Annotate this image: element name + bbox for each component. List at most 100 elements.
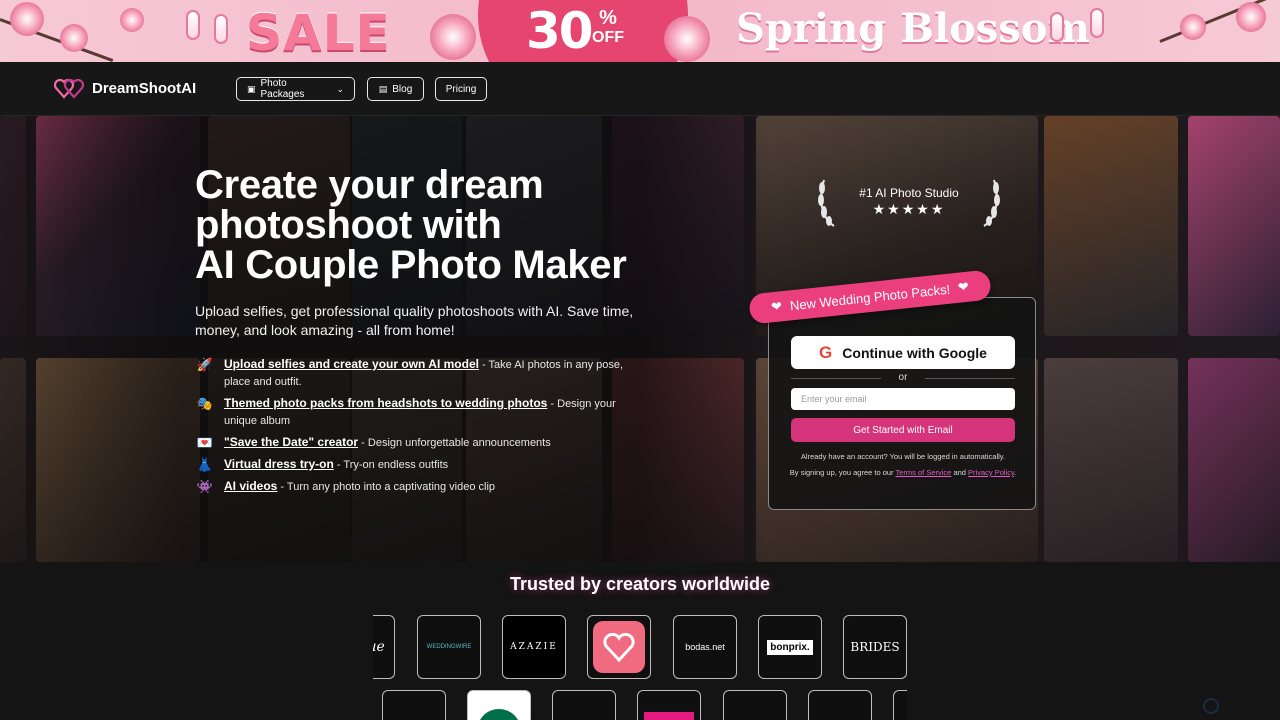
discount-number: 30 <box>526 2 594 60</box>
blossom-icon <box>60 24 88 52</box>
site-header: DreamShootAI ▣ Photo Packages ⌄ ▤ Blog P… <box>0 62 1280 116</box>
brand-name: Vogue <box>373 639 385 655</box>
privacy-link[interactable]: Privacy Policy <box>968 468 1014 477</box>
dress-icon: 👗 <box>196 457 214 472</box>
feature-link[interactable]: AI videos <box>224 479 277 493</box>
logo[interactable]: DreamShootAI <box>53 76 196 100</box>
brand-logo <box>552 690 616 720</box>
award-badge: #1 AI Photo Studio ★★★★★ <box>812 174 1006 230</box>
feature-desc: - Try-on endless outfits <box>333 459 449 471</box>
brand-name: BRIDES <box>850 640 900 654</box>
heart-icon: ❤ <box>957 278 970 295</box>
blossom-icon <box>664 16 710 62</box>
nav-label: Blog <box>392 83 413 95</box>
feature-text: AI videos - Turn any photo into a captiv… <box>224 478 495 496</box>
image-icon: ▣ <box>247 83 256 94</box>
brand-logo: bodas.net <box>673 615 737 679</box>
signup-card: G Continue with Google or Get Started wi… <box>768 297 1036 510</box>
brand-logo: AZAZIE <box>502 615 566 679</box>
brand-logo <box>382 690 446 720</box>
brand-name: bonprix. <box>767 639 813 655</box>
feature-text: "Save the Date" creator - Design unforge… <box>224 434 551 452</box>
award-title: #1 AI Photo Studio <box>859 186 959 200</box>
feature-text: Upload selfies and create your own AI mo… <box>224 356 636 391</box>
terms-suffix: . <box>1014 468 1017 477</box>
feature-item: 👗 Virtual dress try-on - Try-on endless … <box>196 456 636 474</box>
love-letter-icon: 💌 <box>196 435 214 450</box>
feature-item: 🎭 Themed photo packs from headshots to w… <box>196 395 636 430</box>
brand-logo <box>467 690 531 720</box>
laurel-right-icon <box>983 179 1000 227</box>
google-icon: G <box>819 342 833 362</box>
trusted-heading: Trusted by creators worldwide <box>509 574 771 594</box>
blossom-icon <box>1236 2 1266 32</box>
terms-link[interactable]: Terms of Service <box>896 468 952 477</box>
terms-prefix: By signing up, you agree to our <box>789 468 896 477</box>
email-signup-button[interactable]: Get Started with Email <box>791 418 1015 442</box>
login-note: Already have an account? You will be log… <box>800 452 1006 461</box>
brand-name: WEDDINGWIRE <box>426 644 472 650</box>
nav-photo-packages[interactable]: ▣ Photo Packages ⌄ <box>236 77 355 101</box>
feature-list: 🚀 Upload selfies and create your own AI … <box>196 356 636 500</box>
brand-logo: bonprix. <box>758 615 822 679</box>
blossom-icon <box>10 2 44 36</box>
brand-logo <box>893 690 907 720</box>
nav-pricing[interactable]: Pricing <box>435 77 487 101</box>
trusted-section: Trusted by creators worldwide Vogue WEDD… <box>0 562 1280 720</box>
nav-label: Photo Packages <box>260 78 305 100</box>
chevron-down-icon: ⌄ <box>336 83 344 94</box>
sale-banner[interactable]: SALE 30 % OFF Spring Blossom <box>0 0 1280 62</box>
brand-logo <box>808 690 872 720</box>
rocket-icon: 🚀 <box>196 357 214 372</box>
brand-logo <box>723 690 787 720</box>
logo-carousel[interactable]: Vogue WEDDINGWIRE AZAZIE bodas.net bonpr… <box>373 615 907 720</box>
brand-logo <box>587 615 651 679</box>
email-input[interactable] <box>791 388 1015 410</box>
hero-title-line: AI Couple Photo Maker <box>195 243 627 287</box>
feature-text: Virtual dress try-on - Try-on endless ou… <box>224 456 448 474</box>
feature-link[interactable]: Virtual dress try-on <box>224 457 334 471</box>
feature-desc: - Turn any photo into a captivating vide… <box>277 481 496 493</box>
lantern-icon <box>214 14 228 44</box>
off-label: OFF <box>592 29 624 46</box>
google-signin-button[interactable]: G Continue with Google <box>791 336 1015 369</box>
blossom-icon <box>430 14 476 60</box>
brand-logo <box>637 690 701 720</box>
lantern-icon <box>186 10 200 40</box>
terms-text: By signing up, you agree to our Terms of… <box>787 467 1019 478</box>
brand-logo: BRIDES <box>843 615 907 679</box>
hero-title-line: photoshoot with <box>195 203 502 247</box>
campaign-title: Spring Blossom <box>736 5 1090 52</box>
feature-item: 💌 "Save the Date" creator - Design unfor… <box>196 434 636 452</box>
discount-suffix: % OFF <box>592 8 624 48</box>
brand-mark <box>644 712 694 720</box>
feature-item: 🚀 Upload selfies and create your own AI … <box>196 356 636 391</box>
blossom-icon <box>1180 14 1206 40</box>
feature-link[interactable]: Themed photo packs from headshots to wed… <box>224 396 547 410</box>
lantern-icon <box>1090 8 1104 38</box>
hero-section: Create your dream photoshoot with AI Cou… <box>0 116 1280 562</box>
heart-app-icon <box>593 621 645 673</box>
heart-icon: ❤ <box>770 298 783 315</box>
sale-text: SALE <box>246 4 391 62</box>
nav-blog[interactable]: ▤ Blog <box>367 77 424 101</box>
percent-sign: % <box>599 7 617 29</box>
feature-link[interactable]: Upload selfies and create your own AI mo… <box>224 357 479 371</box>
brand-name: bodas.net <box>685 642 725 652</box>
hero-title: Create your dream photoshoot with AI Cou… <box>195 165 715 285</box>
feature-link[interactable]: "Save the Date" creator <box>224 435 358 449</box>
feature-desc: - Design unforgettable announcements <box>358 437 551 449</box>
terms-and: and <box>951 468 969 477</box>
blossom-icon <box>120 8 144 32</box>
brand-logo: Vogue <box>373 615 395 679</box>
or-divider: or <box>791 372 1015 383</box>
chat-widget-icon[interactable] <box>1203 698 1219 714</box>
laurel-left-icon <box>818 179 835 227</box>
starbucks-icon <box>477 709 521 720</box>
newspaper-icon: ▤ <box>378 83 388 94</box>
google-button-label: Continue with Google <box>842 344 987 361</box>
hero-title-line: Create your dream <box>195 163 544 207</box>
star-rating-icon: ★★★★★ <box>872 201 946 217</box>
hearts-logo-icon <box>53 77 86 99</box>
feature-item: 👾 AI videos - Turn any photo into a capt… <box>196 478 636 496</box>
